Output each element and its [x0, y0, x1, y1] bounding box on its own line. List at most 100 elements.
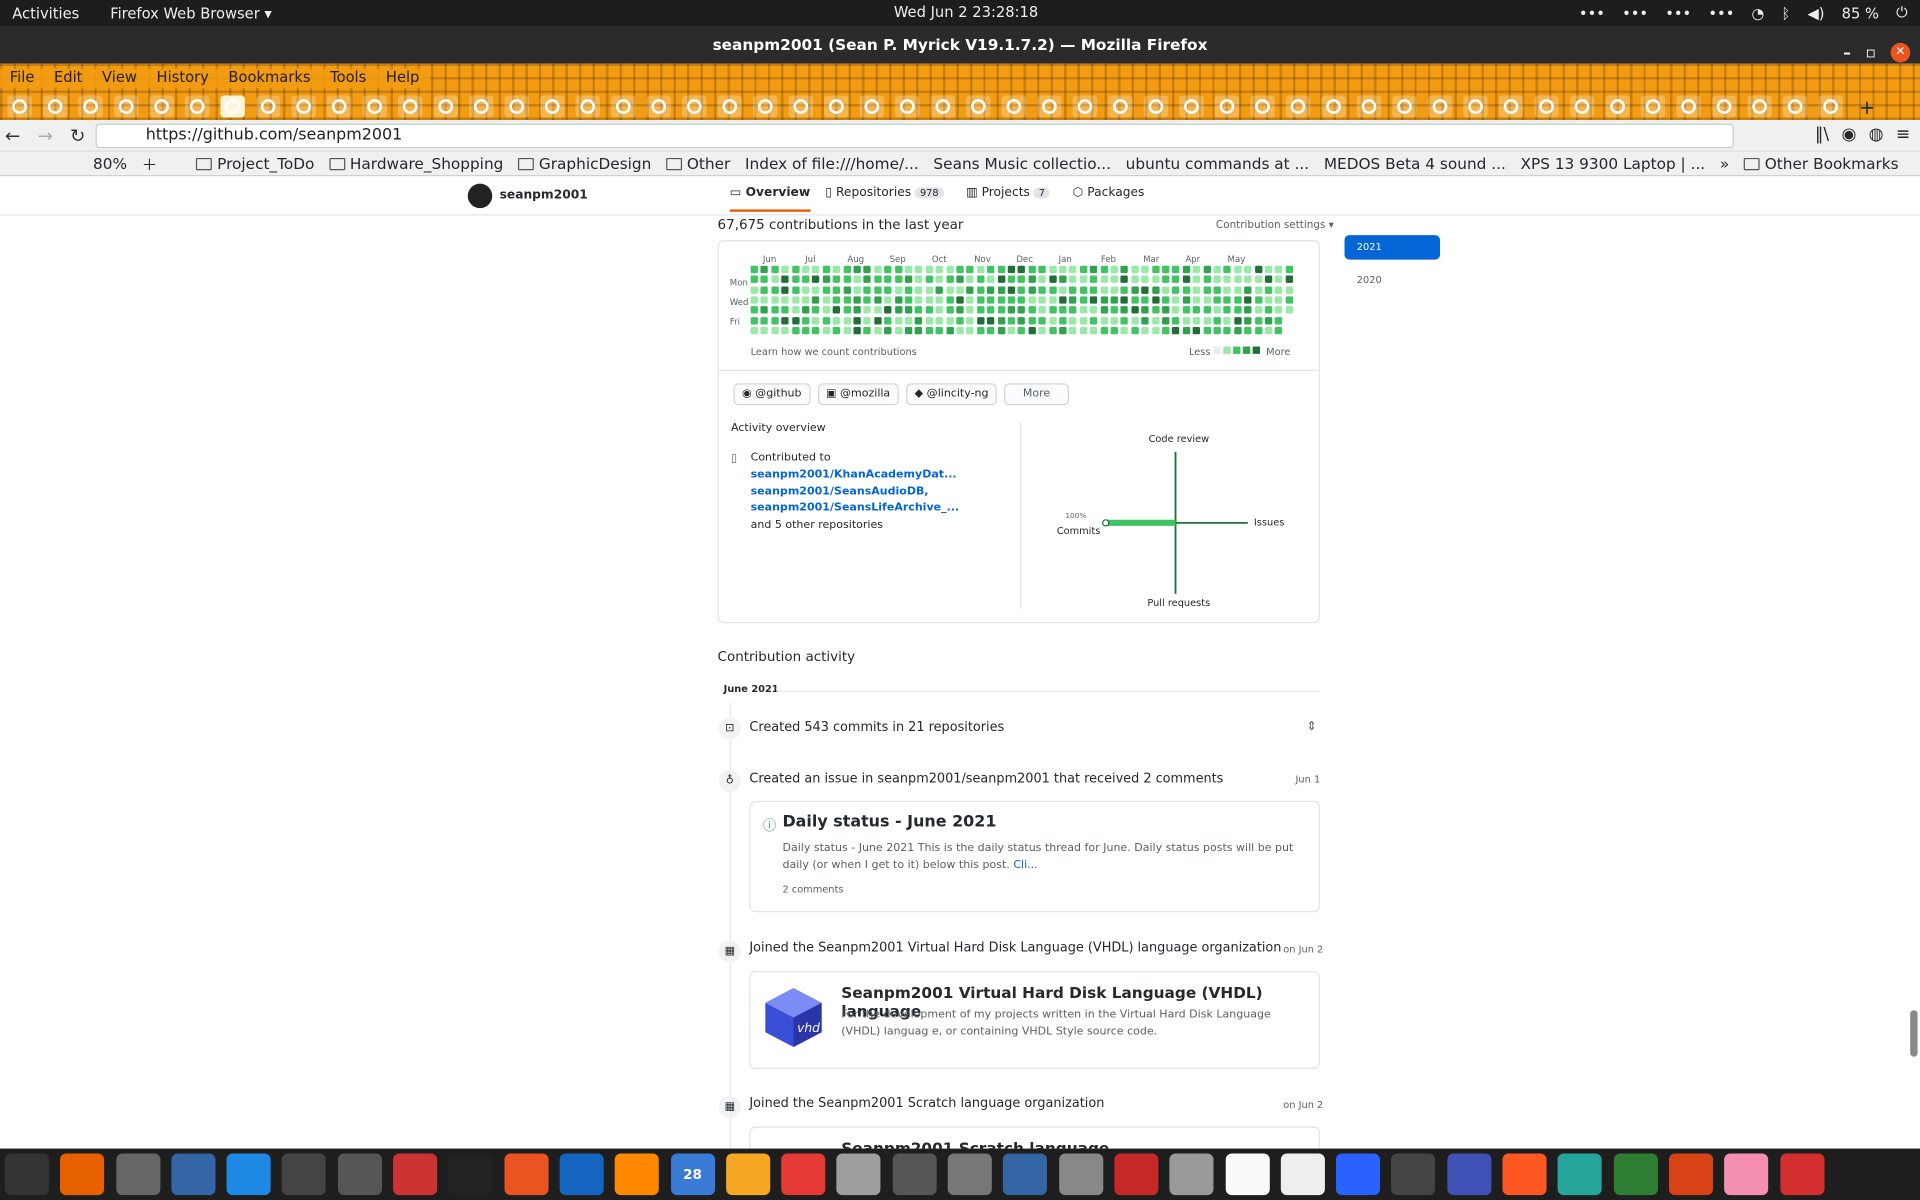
browser-tab[interactable]: [220, 95, 245, 118]
calendar-day[interactable]: [894, 326, 902, 335]
calendar-day[interactable]: [894, 286, 902, 294]
alert-icon[interactable]: [1724, 1153, 1769, 1196]
calendar-day[interactable]: [822, 326, 830, 335]
calendar-day[interactable]: [1213, 296, 1221, 304]
calendar-day[interactable]: [1285, 286, 1293, 294]
calendar-day[interactable]: [832, 296, 841, 304]
org-title[interactable]: Seanpm2001 Scratch language: [841, 1139, 1109, 1149]
browser-tab[interactable]: [468, 95, 494, 118]
calendar-day[interactable]: [1172, 326, 1180, 335]
calendar-day[interactable]: [915, 296, 923, 304]
learn-link[interactable]: Learn how we count contributions: [751, 347, 917, 358]
calendar-day[interactable]: [812, 265, 820, 274]
calendar-day[interactable]: [1079, 296, 1088, 304]
ab-icon[interactable]: [1225, 1153, 1270, 1196]
bookmark-folder[interactable]: Other Bookmarks: [1737, 154, 1906, 173]
calendar-day[interactable]: [1038, 296, 1046, 304]
browser-tab[interactable]: [1463, 95, 1488, 118]
calendar-day[interactable]: [1244, 296, 1252, 304]
calendar-day[interactable]: [966, 265, 974, 274]
calendar-day[interactable]: [1141, 316, 1149, 324]
calendar-day[interactable]: [1264, 275, 1273, 284]
browser-tab[interactable]: [824, 95, 849, 118]
calendar-day[interactable]: [1172, 316, 1180, 324]
calendar-day[interactable]: [1131, 286, 1139, 294]
vlc-icon[interactable]: [615, 1153, 660, 1196]
calendar-day[interactable]: [1151, 326, 1160, 335]
calendar-day[interactable]: [750, 296, 758, 304]
calendar-day[interactable]: [1100, 306, 1108, 314]
calendar-day[interactable]: [1162, 326, 1170, 335]
calendar-day[interactable]: [812, 275, 820, 284]
browser-tab[interactable]: [1676, 95, 1701, 118]
calendar-day[interactable]: [1059, 306, 1067, 314]
calendar-day[interactable]: [843, 306, 851, 314]
browser-tab[interactable]: [930, 95, 956, 118]
calendar-day[interactable]: [781, 306, 789, 314]
calendar-day[interactable]: [771, 286, 779, 294]
calendar-day[interactable]: [853, 296, 861, 304]
calendar-day[interactable]: [750, 286, 758, 294]
tasks-icon[interactable]: [1280, 1153, 1325, 1196]
calendar-day[interactable]: [1151, 306, 1160, 314]
calendar-day[interactable]: [1234, 265, 1242, 274]
calendar-day[interactable]: [1203, 326, 1211, 335]
calendar-day[interactable]: [894, 275, 902, 284]
calendar-day[interactable]: [843, 265, 851, 274]
calendar-day[interactable]: [1120, 306, 1129, 314]
calendar-day[interactable]: [1007, 296, 1016, 304]
calendar-day[interactable]: [1110, 265, 1118, 274]
calendar-day[interactable]: [1234, 306, 1242, 314]
calendar-day[interactable]: [1069, 275, 1077, 284]
calendar-day[interactable]: [946, 275, 954, 284]
files-icon[interactable]: [115, 1153, 160, 1196]
calendar-day[interactable]: [946, 296, 954, 304]
calendar-day[interactable]: [1275, 306, 1283, 314]
calendar-day[interactable]: [1141, 326, 1149, 335]
browser-tab[interactable]: [1605, 95, 1630, 118]
calendar-day[interactable]: [946, 286, 954, 294]
repo-link[interactable]: seanpm2001/SeansLifeArchive_...: [751, 502, 960, 514]
bookmark-link[interactable]: Seans Music collectio...: [926, 154, 1118, 172]
tab-projects[interactable]: ▥ Projects 7: [966, 186, 1050, 200]
calendar-day[interactable]: [987, 265, 995, 274]
browser-tab[interactable]: [1569, 95, 1595, 118]
calendar-day[interactable]: [1038, 316, 1046, 324]
contribution-settings[interactable]: Contribution settings ▾: [1216, 219, 1334, 231]
calendar-day[interactable]: [1038, 275, 1046, 284]
calendar-day[interactable]: [822, 265, 830, 274]
calendar-day[interactable]: [791, 296, 800, 304]
calendar-day[interactable]: [904, 275, 913, 284]
calendar-day[interactable]: [1182, 275, 1190, 284]
browser-tab[interactable]: [1392, 95, 1417, 118]
calendar-day[interactable]: [1048, 286, 1057, 294]
calendar-day[interactable]: [781, 275, 789, 284]
calendar-day[interactable]: [1192, 316, 1201, 324]
calendar-day[interactable]: [884, 286, 892, 294]
calendar-day[interactable]: [1100, 265, 1108, 274]
browser-tab[interactable]: [1534, 95, 1559, 118]
bookmark-folder[interactable]: Project_ToDo: [189, 154, 322, 173]
calendar-day[interactable]: [1223, 306, 1232, 314]
calendar-day[interactable]: [1131, 326, 1139, 335]
calendar-day[interactable]: [956, 265, 964, 274]
apps-grid-icon[interactable]: [1779, 1153, 1824, 1196]
calendar-day[interactable]: [915, 326, 923, 335]
avatar[interactable]: [467, 183, 493, 209]
calendar-day[interactable]: [1182, 326, 1190, 335]
browser-tab[interactable]: [895, 95, 920, 118]
calendar-day[interactable]: [976, 286, 985, 294]
calendar-day[interactable]: [1182, 265, 1190, 274]
calendar-day[interactable]: [956, 286, 964, 294]
calendar-day[interactable]: [966, 275, 974, 284]
system-tray[interactable]: ••• ••• ••• ••• ◔ ᛒ ◀) 85 % ⏻: [1579, 4, 1908, 22]
calendar-day[interactable]: [884, 306, 892, 314]
bookmark-folder[interactable]: Hardware_Shopping: [322, 154, 511, 173]
browser-tab[interactable]: [1001, 95, 1027, 118]
calendar-day[interactable]: [1213, 316, 1221, 324]
url-bar[interactable]: https://github.com/seanpm2001: [95, 123, 1734, 149]
calendar-day[interactable]: [750, 306, 758, 314]
calendar-day[interactable]: [1141, 265, 1149, 274]
text-editor-icon[interactable]: [171, 1153, 216, 1196]
calendar-day[interactable]: [1162, 286, 1170, 294]
